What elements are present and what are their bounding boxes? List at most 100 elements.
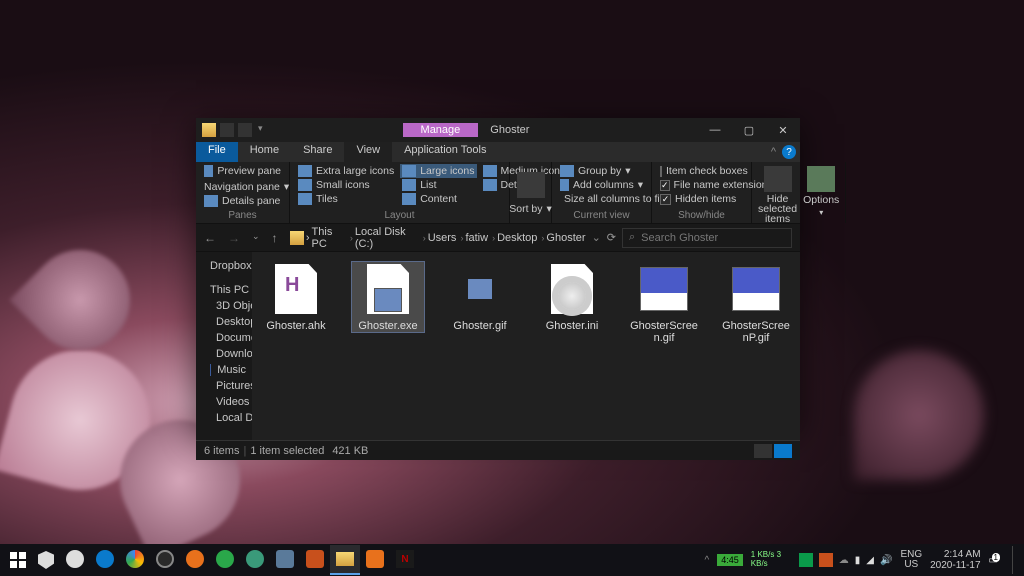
titlebar[interactable]: ▾ Manage Ghoster — ▢ ✕ <box>196 118 800 142</box>
tray-clock[interactable]: 2:14 AM 2020-11-17 <box>930 549 980 571</box>
sidebar-item[interactable]: Music <box>196 362 252 378</box>
taskbar-app[interactable] <box>360 545 390 575</box>
status-item-count: 6 items <box>204 445 239 457</box>
crumb[interactable]: This PC› <box>312 226 353 250</box>
refresh-button[interactable]: ⟳ <box>607 231 616 244</box>
tab-share[interactable]: Share <box>291 142 344 162</box>
sidebar-item[interactable]: 3D Objects <box>196 298 252 314</box>
maximize-button[interactable]: ▢ <box>732 118 766 142</box>
view-icons-button[interactable] <box>774 444 792 458</box>
sort-by-button[interactable]: Sort by ▾ <box>507 202 554 216</box>
navigation-pane-button[interactable]: Navigation pane ▾ <box>202 180 283 194</box>
status-size: 421 KB <box>332 445 368 457</box>
tray-notifications-icon[interactable]: ▭1 <box>989 555 998 566</box>
crumb[interactable]: Users› <box>428 232 464 244</box>
shield-icon[interactable] <box>33 547 59 573</box>
tab-home[interactable]: Home <box>238 142 291 162</box>
add-columns-button[interactable]: Add columns ▾ <box>558 178 645 192</box>
search-input[interactable]: ⌕ Search Ghoster <box>622 228 792 248</box>
tray-badge[interactable]: 4:45 <box>717 554 743 566</box>
layout-xl-icons[interactable]: Extra large icons <box>296 164 396 178</box>
sidebar-item[interactable]: Local Disk (C:)⌄ <box>196 410 252 426</box>
nav-forward-button[interactable]: → <box>228 231 240 245</box>
tray-icon[interactable] <box>799 553 813 567</box>
gif-file-icon <box>468 279 492 299</box>
size-columns-button[interactable]: Size all columns to fit <box>558 192 645 206</box>
tray-battery-icon[interactable]: ▮ <box>855 555 861 566</box>
file-view[interactable]: Ghoster.ahk Ghoster.exe Ghoster.gif Ghos… <box>252 252 800 440</box>
file-item[interactable]: Ghoster.gif <box>444 262 516 332</box>
file-item[interactable]: GhosterScreen.gif <box>628 262 700 344</box>
taskbar-app[interactable] <box>240 545 270 575</box>
address-dropdown-icon[interactable]: ⌄ <box>592 231 601 244</box>
tray-wifi-icon[interactable]: ◢ <box>866 555 874 566</box>
layout-content[interactable]: Content <box>400 192 476 206</box>
show-desktop-button[interactable] <box>1012 546 1018 574</box>
address-bar: ← → ⌄ ↑ › This PC› Local Disk (C:)› User… <box>196 224 800 252</box>
taskbar-app-explorer[interactable] <box>330 545 360 575</box>
sidebar-item[interactable]: Videos <box>196 394 252 410</box>
taskbar-app[interactable] <box>120 545 150 575</box>
crumb[interactable]: Local Disk (C:)› <box>355 226 426 250</box>
sidebar-item-this-pc[interactable]: This PC <box>196 282 252 298</box>
sidebar-item[interactable]: Desktop <box>196 314 252 330</box>
tray-keyboard[interactable]: US <box>900 560 922 570</box>
taskbar-app[interactable]: N <box>390 545 420 575</box>
layout-list[interactable]: List <box>400 178 476 192</box>
hide-selected-button[interactable]: Hide selected items <box>758 166 797 224</box>
breadcrumb[interactable]: › This PC› Local Disk (C:)› Users› fatiw… <box>284 226 586 250</box>
view-details-button[interactable] <box>754 444 772 458</box>
options-button[interactable]: Options▾ <box>803 166 839 217</box>
sidebar-item[interactable]: Documents <box>196 330 252 346</box>
nav-up-button[interactable]: ↑ <box>272 231 278 245</box>
tray-cloud-icon[interactable]: ☁ <box>839 555 849 566</box>
file-item[interactable]: Ghoster.ini <box>536 262 608 332</box>
sidebar-item[interactable]: Downloads <box>196 346 252 362</box>
file-item[interactable]: GhosterScreenP.gif <box>720 262 792 344</box>
manage-tab[interactable]: Manage <box>403 123 479 137</box>
sidebar-item-dropbox[interactable]: Dropbox <box>196 258 252 274</box>
tab-file[interactable]: File <box>196 142 238 162</box>
file-extensions-toggle[interactable]: ✓File name extensions <box>658 178 745 192</box>
hidden-items-toggle[interactable]: ✓Hidden items <box>658 192 745 206</box>
crumb[interactable]: Desktop› <box>497 232 544 244</box>
nav-back-button[interactable]: ← <box>204 231 216 245</box>
tab-view[interactable]: View <box>344 142 392 162</box>
help-icon[interactable]: ? <box>782 145 796 159</box>
taskbar-app[interactable] <box>180 545 210 575</box>
close-button[interactable]: ✕ <box>766 118 800 142</box>
status-selection: 1 item selected <box>250 445 324 457</box>
sidebar-item[interactable]: Pictures <box>196 378 252 394</box>
item-check-boxes-toggle[interactable]: Item check boxes <box>658 164 745 178</box>
qat-icon[interactable] <box>238 123 252 137</box>
nav-history-button[interactable]: ⌄ <box>252 231 260 245</box>
file-item[interactable]: Ghoster.ahk <box>260 262 332 332</box>
details-pane-button[interactable]: Details pane <box>202 194 283 208</box>
taskbar-app[interactable] <box>60 545 90 575</box>
crumb[interactable]: fatiw› <box>465 232 495 244</box>
tray-volume-icon[interactable]: 🔊 <box>880 555 892 566</box>
layout-tiles[interactable]: Tiles <box>296 192 396 206</box>
file-item-selected[interactable]: Ghoster.exe <box>352 262 424 332</box>
taskbar-app[interactable] <box>300 545 330 575</box>
taskbar-app[interactable] <box>210 545 240 575</box>
tray-up-icon[interactable]: ^ <box>705 555 710 566</box>
taskbar-app[interactable] <box>270 545 300 575</box>
tray-network-graph[interactable]: 1 KB/s 3 KB/s <box>751 550 791 570</box>
layout-large-icons[interactable]: Large icons <box>400 164 476 178</box>
sort-icon <box>517 172 545 198</box>
search-icon: ⌕ <box>629 231 635 244</box>
start-button[interactable] <box>5 547 31 573</box>
gif-thumbnail-icon <box>732 267 780 311</box>
preview-pane-button[interactable]: Preview pane <box>202 164 283 178</box>
tray-icon[interactable] <box>819 553 833 567</box>
tab-app-tools[interactable]: Application Tools <box>392 142 498 162</box>
taskbar-app[interactable] <box>150 545 180 575</box>
crumb[interactable]: Ghoster <box>546 232 585 244</box>
taskbar-app[interactable] <box>90 545 120 575</box>
group-by-button[interactable]: Group by ▾ <box>558 164 645 178</box>
layout-small-icons[interactable]: Small icons <box>296 178 396 192</box>
qat-icon[interactable] <box>220 123 234 137</box>
collapse-ribbon-icon[interactable]: ^ <box>771 146 776 158</box>
minimize-button[interactable]: — <box>698 118 732 142</box>
